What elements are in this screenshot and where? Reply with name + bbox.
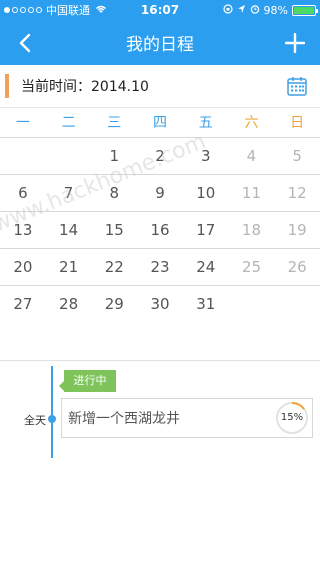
calendar-button[interactable] xyxy=(286,75,308,97)
weekday-header: 一 二 三 四 五 六 日 xyxy=(0,108,320,138)
calendar-day[interactable]: 10 xyxy=(183,175,229,211)
current-month-label: 当前时间：2014.10 xyxy=(21,79,149,95)
calendar-day[interactable]: 9 xyxy=(137,175,183,211)
weekday-sat: 六 xyxy=(244,115,259,131)
rotation-lock-icon xyxy=(222,3,233,17)
calendar-icon xyxy=(287,77,307,96)
calendar-day[interactable] xyxy=(229,286,275,323)
current-month-row: 当前时间：2014.10 xyxy=(0,65,320,108)
calendar-day[interactable]: 21 xyxy=(46,249,92,285)
calendar-day[interactable]: 4 xyxy=(229,138,275,174)
carrier-name: 中国联通 xyxy=(46,4,90,17)
calendar-day[interactable]: 31 xyxy=(183,286,229,323)
page-title: 我的日程 xyxy=(126,35,194,55)
add-schedule-button[interactable] xyxy=(280,28,310,58)
battery-percent: 98% xyxy=(263,3,288,17)
weekday-wed: 三 xyxy=(107,115,122,131)
back-button[interactable] xyxy=(10,28,40,58)
weekday-tue: 二 xyxy=(61,115,76,131)
calendar-day[interactable] xyxy=(274,286,320,323)
calendar-week: 13 14 15 16 17 18 19 xyxy=(0,212,320,249)
status-bar: 中国联通 16:07 98% xyxy=(0,0,320,20)
timeline-dot xyxy=(48,415,56,423)
calendar-day[interactable]: 25 xyxy=(229,249,275,285)
calendar-week: 20 21 22 23 24 25 26 xyxy=(0,249,320,286)
calendar-day[interactable]: 11 xyxy=(229,175,275,211)
calendar-day[interactable]: 23 xyxy=(137,249,183,285)
calendar-week: 27 28 29 30 31 xyxy=(0,286,320,323)
calendar-day[interactable]: 16 xyxy=(137,212,183,248)
plus-icon xyxy=(285,33,305,53)
schedule-event-card[interactable]: 新增一个西湖龙井 15% xyxy=(61,398,313,438)
battery-icon xyxy=(292,4,318,16)
calendar-day[interactable]: 26 xyxy=(274,249,320,285)
calendar-day[interactable]: 17 xyxy=(183,212,229,248)
calendar-grid: 1 2 3 4 5 6 7 8 9 10 11 12 13 14 15 16 1… xyxy=(0,138,320,323)
calendar-week: 6 7 8 9 10 11 12 xyxy=(0,175,320,212)
wifi-icon xyxy=(94,4,108,17)
calendar-day[interactable]: 1 xyxy=(91,138,137,174)
calendar-day[interactable]: 19 xyxy=(274,212,320,248)
calendar-day[interactable] xyxy=(46,138,92,174)
calendar-day[interactable]: 30 xyxy=(137,286,183,323)
alarm-icon xyxy=(250,4,260,17)
calendar-day[interactable] xyxy=(0,138,46,174)
calendar-week: 1 2 3 4 5 xyxy=(0,138,320,175)
weekday-thu: 四 xyxy=(153,115,168,131)
event-title: 新增一个西湖龙井 xyxy=(68,411,180,427)
calendar-day[interactable]: 18 xyxy=(229,212,275,248)
navigation-bar: 我的日程 xyxy=(0,20,320,65)
signal-strength-icon xyxy=(4,7,42,13)
progress-label: 15% xyxy=(280,412,304,423)
location-icon xyxy=(237,4,246,17)
calendar-day[interactable]: 22 xyxy=(91,249,137,285)
calendar-day[interactable]: 3 xyxy=(183,138,229,174)
calendar-day[interactable]: 8 xyxy=(91,175,137,211)
timeline-line xyxy=(51,366,53,458)
chevron-left-icon xyxy=(19,33,31,53)
calendar-day[interactable]: 24 xyxy=(183,249,229,285)
status-badge: 进行中 xyxy=(59,370,116,392)
all-day-label: 全天 xyxy=(24,414,46,427)
calendar-day[interactable]: 13 xyxy=(0,212,46,248)
calendar-day[interactable]: 28 xyxy=(46,286,92,323)
accent-bar xyxy=(5,74,9,98)
calendar-day[interactable]: 27 xyxy=(0,286,46,323)
calendar-day[interactable]: 29 xyxy=(91,286,137,323)
calendar-day[interactable]: 7 xyxy=(46,175,92,211)
section-divider xyxy=(0,360,320,361)
calendar-day[interactable]: 5 xyxy=(274,138,320,174)
weekday-fri: 五 xyxy=(198,115,213,131)
weekday-mon: 一 xyxy=(15,115,30,131)
calendar-day[interactable]: 2 xyxy=(137,138,183,174)
calendar-day[interactable]: 15 xyxy=(91,212,137,248)
calendar-day[interactable]: 6 xyxy=(0,175,46,211)
calendar-day[interactable]: 14 xyxy=(46,212,92,248)
calendar-day[interactable]: 12 xyxy=(274,175,320,211)
weekday-sun: 日 xyxy=(290,115,305,131)
calendar-day[interactable]: 20 xyxy=(0,249,46,285)
